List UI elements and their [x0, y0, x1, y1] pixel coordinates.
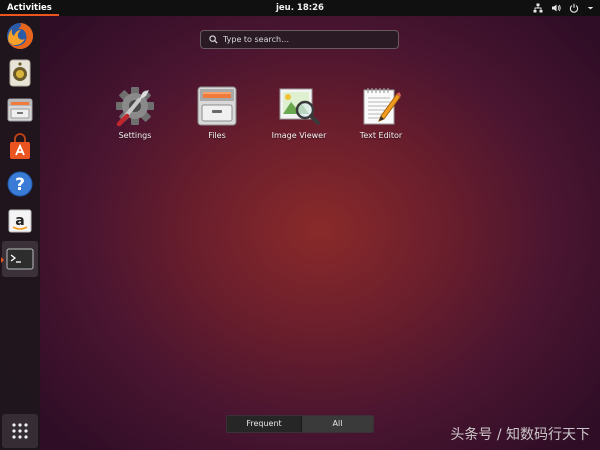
- app-label: Text Editor: [359, 131, 403, 140]
- app-label: Image Viewer: [271, 131, 327, 140]
- search-icon: [209, 35, 218, 44]
- svg-text:a: a: [15, 213, 24, 229]
- show-applications-button[interactable]: [2, 414, 38, 448]
- app-label: Settings: [118, 131, 152, 140]
- app-files[interactable]: Files: [177, 84, 257, 140]
- top-bar: Activities jeu. 18:26: [0, 0, 600, 16]
- help-icon: ?: [7, 171, 33, 197]
- text-editor-icon: [363, 88, 401, 125]
- network-icon: [533, 3, 543, 13]
- app-text-editor[interactable]: Text Editor: [341, 84, 421, 140]
- app-image-viewer[interactable]: Image Viewer: [259, 84, 339, 140]
- amazon-icon: a: [8, 209, 32, 233]
- dock-item-terminal[interactable]: [1, 241, 38, 277]
- running-indicator: [1, 257, 4, 263]
- dock-item-help[interactable]: ?: [2, 166, 38, 202]
- tab-all[interactable]: All: [301, 416, 373, 432]
- dock-item-software[interactable]: [2, 129, 38, 165]
- settings-gear-icon: [116, 87, 154, 127]
- file-cabinet-icon: [197, 86, 237, 126]
- clock[interactable]: jeu. 18:26: [0, 0, 600, 16]
- dock-item-amazon[interactable]: a: [2, 203, 38, 239]
- grid-icon: [12, 423, 28, 439]
- watermark: 头条号 / 知数码行天下: [450, 427, 590, 443]
- dock-item-rhythmbox[interactable]: [2, 55, 38, 91]
- terminal-icon: [6, 248, 34, 270]
- image-viewer-icon: [279, 88, 320, 125]
- dock-item-files[interactable]: [2, 92, 38, 128]
- search-input[interactable]: [223, 35, 383, 44]
- power-icon: [569, 3, 579, 13]
- dock: ? a: [0, 16, 40, 450]
- speaker-icon: [9, 59, 31, 87]
- dock-item-firefox[interactable]: [2, 18, 38, 54]
- tab-frequent[interactable]: Frequent: [227, 416, 301, 432]
- app-label: Files: [208, 131, 226, 140]
- app-settings[interactable]: Settings: [95, 84, 175, 140]
- svg-text:?: ?: [15, 175, 25, 195]
- search-box[interactable]: [200, 30, 399, 49]
- file-cabinet-icon: [7, 98, 33, 122]
- firefox-icon: [7, 22, 34, 49]
- system-status-area[interactable]: [533, 0, 594, 16]
- desktop-background: [0, 0, 600, 450]
- volume-icon: [552, 4, 561, 12]
- shopping-bag-icon: [10, 133, 30, 159]
- view-switcher: Frequent All: [226, 415, 374, 433]
- chevron-down-icon: [587, 6, 594, 10]
